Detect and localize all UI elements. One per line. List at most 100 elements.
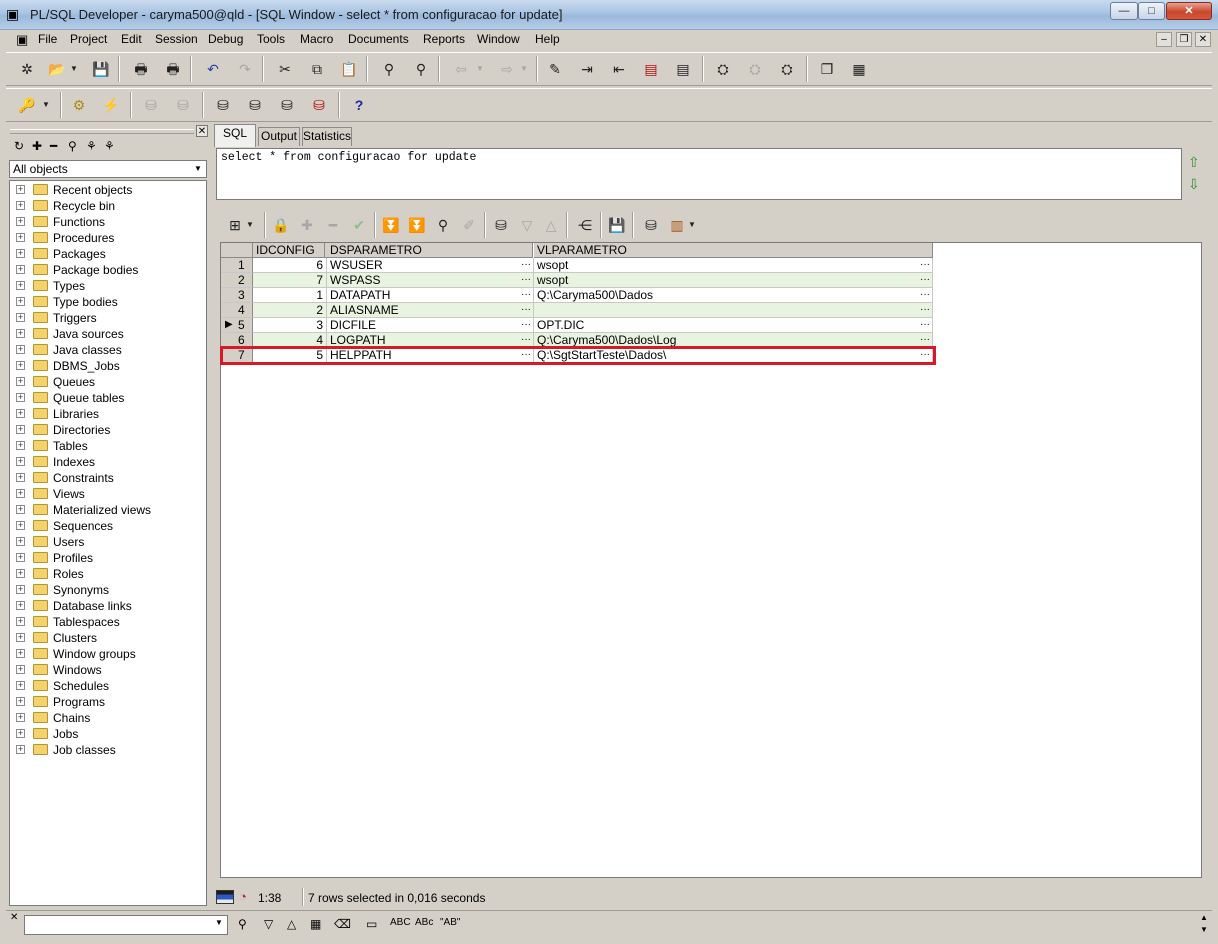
menu-file[interactable]: File [38,32,57,46]
sort-asc-icon[interactable]: △ [540,214,562,236]
tree-item[interactable]: + Queue tables [10,390,206,406]
chevron-down-icon[interactable]: ▼ [212,918,226,927]
cell-vlparametro[interactable]: ··· [534,303,933,318]
sort-desc-icon[interactable]: ▽ [516,214,538,236]
paste-icon[interactable]: 📋 [338,58,360,80]
row-number[interactable]: 4 [221,303,253,318]
test-window-icon[interactable]: ⛁ [276,94,298,116]
table-row[interactable]: 3 1 DATAPATH ··· Q:\Caryma500\Dados ··· [221,288,935,303]
execute-icon[interactable]: ⚙ [68,94,90,116]
clear-highlight-icon[interactable]: ⌫ [334,917,351,931]
expand-icon[interactable]: + [16,409,25,418]
cell-dsparametro[interactable]: ALIASNAME ··· [327,303,534,318]
expand-icon[interactable]: + [16,633,25,642]
tree-item[interactable]: + Indexes [10,454,206,470]
table-row[interactable]: 4 2 ALIASNAME ··· ··· [221,303,935,318]
expand-icon[interactable]: + [16,489,25,498]
print-icon[interactable]: 🖶 [130,58,152,80]
sql-window-icon[interactable]: ⛁ [212,94,234,116]
tree-item[interactable]: + Window groups [10,646,206,662]
grid-layout-dropdown-icon[interactable]: ▼ [244,214,256,236]
expand-icon[interactable]: + [16,249,25,258]
expand-icon[interactable]: + [16,345,25,354]
mdi-close-button[interactable]: ✕ [1195,32,1211,47]
tree-item[interactable]: + Programs [10,694,206,710]
menu-help[interactable]: Help [535,32,560,46]
tree-item[interactable]: + Directories [10,422,206,438]
find-icon[interactable]: ⚲ [378,58,400,80]
tree-item[interactable]: + Package bodies [10,262,206,278]
tree-item[interactable]: + Functions [10,214,206,230]
last-page-icon[interactable]: ⏬ [406,214,428,236]
export-icon[interactable]: 💾 [606,214,628,236]
ellipsis-button[interactable]: ··· [920,303,930,317]
expand-icon[interactable]: + [16,505,25,514]
expand-icon[interactable]: + [16,281,25,290]
ellipsis-button[interactable]: ··· [920,258,930,272]
tree-item[interactable]: + Recent objects [10,182,206,198]
ellipsis-button[interactable]: ··· [521,318,531,332]
tree-item[interactable]: + Recycle bin [10,198,206,214]
tree-item[interactable]: + Roles [10,566,206,582]
expand-icon[interactable]: + [16,393,25,402]
ellipsis-button[interactable]: ··· [920,288,930,302]
tree-item[interactable]: + Procedures [10,230,206,246]
close-button[interactable]: ✕ [1166,2,1212,20]
back-dropdown-icon[interactable]: ▼ [474,58,486,80]
single-record-view-icon[interactable]: ⋲ [574,214,596,236]
expand-icon[interactable]: + [16,329,25,338]
tree-item[interactable]: + Synonyms [10,582,206,598]
tree-item[interactable]: + DBMS_Jobs [10,358,206,374]
compile-icon[interactable]: ⛭ [744,58,766,80]
cell-dsparametro[interactable]: WSPASS ··· [327,273,534,288]
chevron-down-icon[interactable]: ▼ [191,162,205,176]
chart-icon[interactable]: ▥ [666,214,688,236]
panel-grip[interactable] [10,129,194,134]
expand-icon[interactable]: + [16,361,25,370]
report-window-icon[interactable]: ⛁ [308,94,330,116]
minimize-button[interactable]: — [1110,2,1138,20]
expand-icon[interactable]: + [16,745,25,754]
menu-project[interactable]: Project [70,32,107,46]
tree-item[interactable]: + Queues [10,374,206,390]
key-icon[interactable]: 🔑 [16,94,38,116]
expand-icon[interactable]: + [16,665,25,674]
expand-icon[interactable]: + [16,201,25,210]
query-by-example-icon[interactable]: ⛁ [490,214,512,236]
expand-icon[interactable]: + [16,217,25,226]
close-icon[interactable]: ✕ [10,912,18,923]
highlight-all-icon[interactable]: ▦ [310,917,321,931]
tree-item[interactable]: + Clusters [10,630,206,646]
tree-item[interactable]: + Tables [10,438,206,454]
cell-dsparametro[interactable]: WSUSER ··· [327,258,534,273]
ellipsis-button[interactable]: ··· [920,318,930,332]
expand-icon[interactable]: + [16,457,25,466]
find-previous-icon[interactable]: △ [287,917,296,931]
refresh-icon[interactable]: ↻ [14,139,24,153]
tile-icon[interactable]: ▦ [848,58,870,80]
tree-item[interactable]: + Packages [10,246,206,262]
row-number[interactable]: 5 ▶ [221,318,253,333]
expand-icon[interactable]: + [16,265,25,274]
filter-edit-icon[interactable]: ⚘ [104,139,115,153]
find-input[interactable]: ▼ [24,915,228,935]
expand-icon[interactable]: + [16,601,25,610]
ellipsis-button[interactable]: ··· [521,288,531,302]
mdi-minimize-button[interactable]: – [1156,32,1172,47]
selection-only-icon[interactable]: ▭ [366,917,377,931]
ellipsis-button[interactable]: ··· [521,303,531,317]
tree-item[interactable]: + Job classes [10,742,206,758]
cell-dsparametro[interactable]: DATAPATH ··· [327,288,534,303]
expand-icon[interactable]: + [16,185,25,194]
column-header-vlparametro[interactable]: VLPARAMETRO [534,243,933,258]
scroll-buttons[interactable]: ▲ ▼ [1196,912,1212,938]
cell-idconfig[interactable]: 3 [253,318,327,333]
command-window-icon[interactable]: ⛁ [244,94,266,116]
indent-icon[interactable]: ⇥ [576,58,598,80]
expand-icon[interactable]: + [16,729,25,738]
tree-item[interactable]: + Users [10,534,206,550]
cell-idconfig[interactable]: 2 [253,303,327,318]
regex-icon[interactable]: "AB" [440,917,460,928]
cell-vlparametro[interactable]: OPT.DIC ··· [534,318,933,333]
menu-macro[interactable]: Macro [300,32,333,46]
